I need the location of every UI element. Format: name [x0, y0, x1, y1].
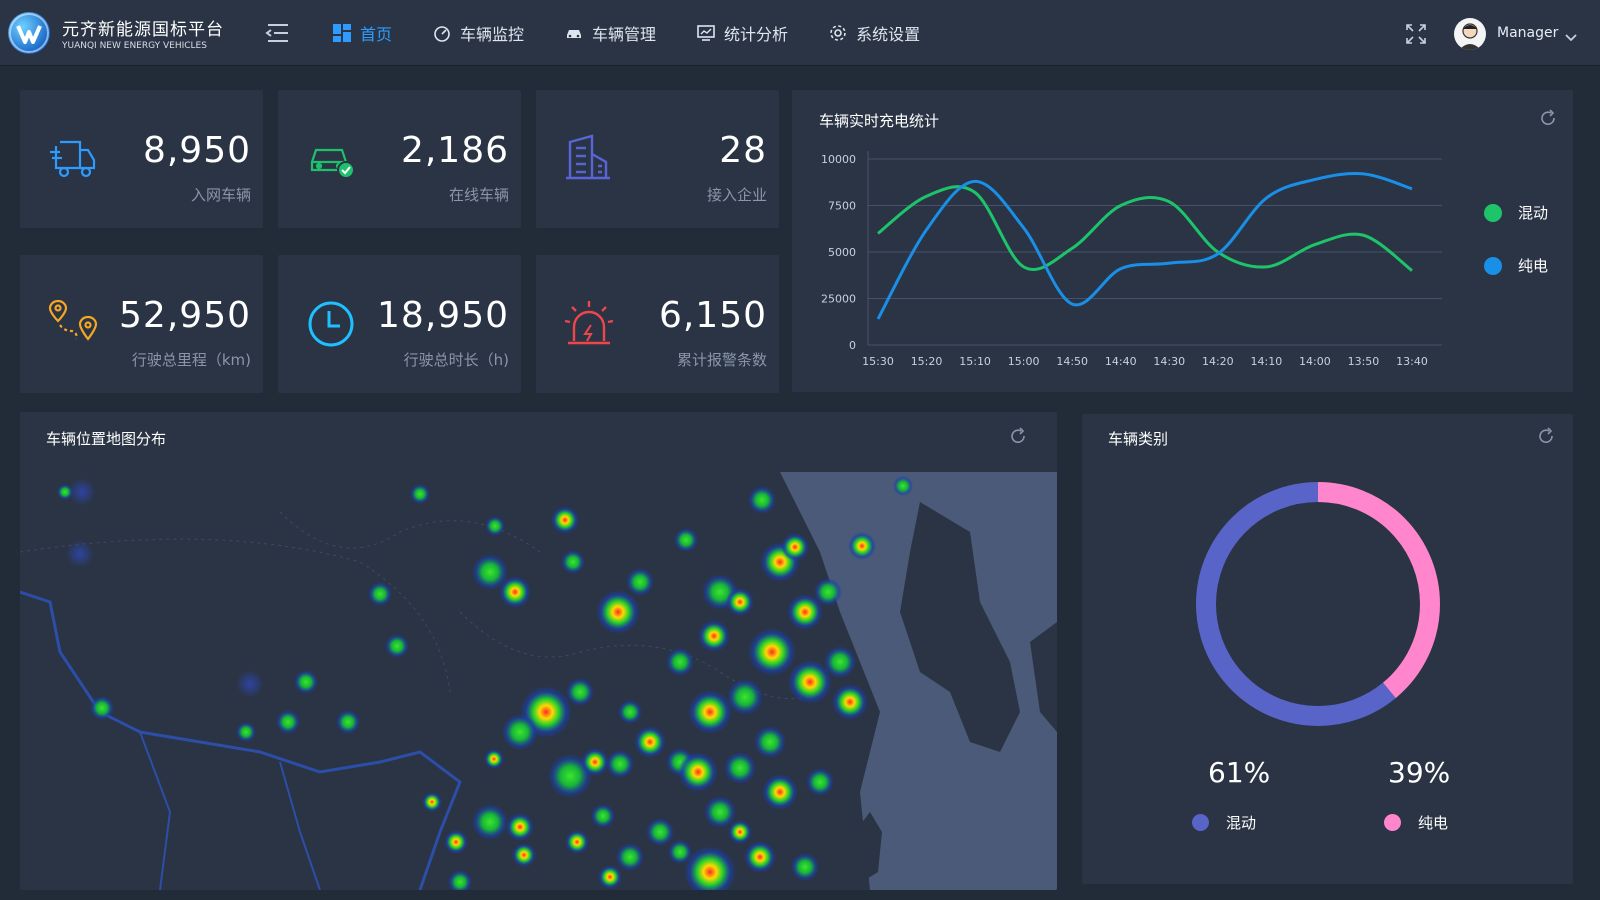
vehicle-category-panel: 车辆类别 61% 39% 混动 纯电: [1082, 414, 1573, 884]
y-tick-label: 5000: [828, 246, 856, 259]
kpi-value: 2,186: [400, 130, 509, 171]
refresh-icon[interactable]: [1536, 426, 1556, 446]
route-pins-icon: [46, 297, 100, 351]
vehicle-map-panel: 车辆位置地图分布: [20, 412, 1057, 890]
legend-dot: [1484, 203, 1502, 222]
nav-item-label: 车辆管理: [592, 25, 657, 44]
kpi-label: 在线车辆: [448, 186, 509, 204]
nav-item-label: 系统设置: [856, 25, 921, 44]
building-icon: [562, 132, 616, 186]
kpi-label: 行驶总时长（h): [403, 351, 509, 369]
legend-label: 纯电: [1518, 257, 1549, 275]
legend-item-hybrid[interactable]: 混动: [1192, 812, 1256, 833]
charge-stats-panel: 车辆实时充电统计 0 25000 5000 7500 10000 15:30 15:20 15…: [792, 90, 1573, 392]
donut-chart: [1196, 482, 1440, 726]
x-tick-label: 13:50: [1348, 355, 1380, 368]
heat-points: [57, 476, 913, 890]
main-nav: 首页 车辆监控 车辆管理 统计分析 系统设置: [332, 0, 960, 66]
top-bar: 元齐新能源国标平台 YUANQI NEW ENERGY VEHICLES 首页 …: [0, 0, 1600, 66]
legend-dot: [1384, 814, 1401, 831]
speedometer-icon: [432, 23, 452, 43]
kpi-value: 52,950: [119, 295, 251, 336]
brand-title: 元齐新能源国标平台: [62, 20, 224, 40]
chart-screen-icon: [696, 23, 716, 43]
x-tick-label: 15:30: [862, 355, 894, 368]
x-tick-label: 15:00: [1008, 355, 1040, 368]
nav-item-label: 统计分析: [724, 25, 789, 44]
x-tick-label: 13:40: [1396, 355, 1428, 368]
nav-item-vehicle-monitor[interactable]: 车辆监控: [432, 0, 524, 66]
series-line-1[interactable]: [876, 172, 1413, 320]
x-tick-label: 14:20: [1202, 355, 1234, 368]
x-tick-label: 15:20: [911, 355, 943, 368]
kpi-card-total-alarms: 6,150 累计报警条数: [536, 255, 779, 393]
kpi-card-total-mileage: 52,950 行驶总里程（km): [20, 255, 263, 393]
nav-item-vehicle-manage[interactable]: 车辆管理: [564, 0, 656, 66]
legend-dot: [1484, 256, 1502, 275]
refresh-icon[interactable]: [1008, 426, 1028, 446]
legend-label: 纯电: [1418, 814, 1449, 832]
legend-item-electric[interactable]: 纯电: [1384, 812, 1448, 833]
nav-item-statistics[interactable]: 统计分析: [696, 0, 788, 66]
nav-item-home[interactable]: 首页: [332, 0, 392, 66]
kpi-card-registered-vehicles: 8,950 入网车辆: [20, 90, 263, 228]
x-tick-label: 14:10: [1251, 355, 1283, 368]
percent-hybrid: 61%: [1208, 756, 1271, 789]
x-tick-label: 14:00: [1299, 355, 1331, 368]
alarm-siren-icon: [562, 297, 616, 351]
legend-label: 混动: [1518, 204, 1549, 222]
legend-dot: [1192, 814, 1209, 831]
y-tick-label: 25000: [821, 293, 856, 306]
user-name[interactable]: Manager: [1497, 25, 1558, 41]
x-tick-label: 14:40: [1105, 355, 1137, 368]
line-chart: 0 25000 5000 7500 10000 15:30 15:20 15:10 15:00 1…: [821, 151, 1442, 368]
delivery-truck-icon: [46, 132, 100, 186]
x-tick-label: 14:30: [1153, 355, 1185, 368]
panel-title: 车辆位置地图分布: [46, 430, 167, 448]
menu-collapse-icon[interactable]: [264, 22, 290, 44]
nav-item-settings[interactable]: 系统设置: [828, 0, 920, 66]
y-tick-label: 10000: [821, 153, 856, 166]
panel-title: 车辆类别: [1108, 430, 1169, 448]
fullscreen-icon[interactable]: [1404, 22, 1428, 46]
nav-item-label: 车辆监控: [460, 25, 525, 44]
kpi-label: 接入企业: [706, 186, 767, 204]
brand-subtitle: YUANQI NEW ENERGY VEHICLES: [62, 41, 207, 51]
heatmap-map[interactable]: [20, 412, 1057, 890]
kpi-card-online-vehicles: 2,186 在线车辆: [278, 90, 521, 228]
clock-icon: [304, 297, 358, 351]
kpi-card-companies: 28 接入企业: [536, 90, 779, 228]
dashboard-icon: [332, 23, 352, 43]
logo-icon: [8, 12, 50, 54]
percent-electric: 39%: [1388, 756, 1451, 789]
car-check-icon: [304, 132, 358, 186]
y-tick-label: 0: [849, 339, 856, 352]
kpi-value: 6,150: [658, 295, 767, 336]
avatar[interactable]: [1454, 18, 1486, 50]
y-tick-label: 7500: [828, 200, 856, 213]
legend-item-electric[interactable]: 纯电: [1484, 255, 1548, 276]
chevron-down-icon[interactable]: [1564, 28, 1578, 42]
x-tick-label: 14:50: [1056, 355, 1088, 368]
kpi-label: 行驶总里程（km): [131, 351, 251, 369]
x-tick-label: 15:10: [959, 355, 991, 368]
legend-label: 混动: [1226, 814, 1257, 832]
legend-item-hybrid[interactable]: 混动: [1484, 202, 1548, 223]
kpi-label: 累计报警条数: [676, 351, 767, 369]
kpi-value: 28: [719, 130, 767, 171]
kpi-value: 18,950: [377, 295, 509, 336]
car-icon: [564, 23, 584, 43]
nav-item-label: 首页: [360, 25, 393, 44]
gear-icon: [828, 23, 848, 43]
series-line-0[interactable]: [877, 185, 1413, 272]
kpi-card-total-duration: 18,950 行驶总时长（h): [278, 255, 521, 393]
kpi-label: 入网车辆: [190, 186, 251, 204]
kpi-value: 8,950: [142, 130, 251, 171]
